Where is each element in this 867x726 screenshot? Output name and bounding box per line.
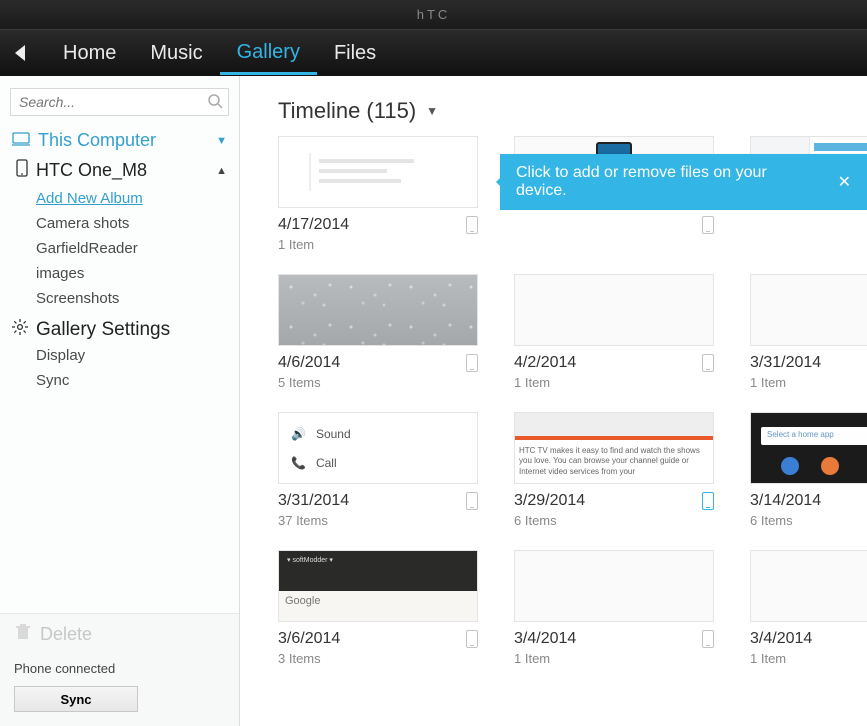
album-card[interactable]: 3/4/20141 Item — [750, 550, 867, 666]
device-icon — [466, 354, 478, 372]
album-grid: 4/17/20141 Item4/6/20145 Items4/2/20141 … — [240, 136, 867, 666]
close-icon[interactable]: ✕ — [838, 172, 851, 192]
album-card[interactable]: 4/2/20141 Item — [514, 274, 714, 390]
device-icon — [702, 492, 714, 510]
album-date: 4/17/2014 — [278, 216, 349, 234]
phone-icon — [16, 159, 28, 182]
album-images[interactable]: images — [36, 261, 239, 286]
search-box — [10, 88, 229, 116]
search-icon[interactable] — [207, 93, 223, 114]
album-card[interactable]: Select a home app3/14/20146 Items — [750, 412, 867, 528]
album-count: 1 Item — [750, 372, 867, 390]
device-icon — [466, 630, 478, 648]
chevron-down-icon: ▼ — [216, 135, 227, 147]
nav-home[interactable]: Home — [46, 32, 133, 75]
settings-label: Gallery Settings — [36, 319, 170, 341]
device-icon — [466, 216, 478, 234]
album-card[interactable]: 3/31/20141 Item — [750, 274, 867, 390]
album-garfieldreader[interactable]: GarfieldReader — [36, 236, 239, 261]
tooltip-text: Click to add or remove files on your dev… — [516, 164, 814, 200]
info-tooltip: Click to add or remove files on your dev… — [500, 154, 867, 210]
album-card[interactable]: HTC TV makes it easy to find and watch t… — [514, 412, 714, 528]
album-count — [750, 234, 867, 237]
album-count: 1 Item — [514, 372, 714, 390]
brand-logo: hTC — [417, 7, 451, 22]
device-icon — [702, 354, 714, 372]
album-count: 6 Items — [514, 510, 714, 528]
album-date: 4/6/2014 — [278, 354, 340, 372]
album-date: 3/4/2014 — [514, 630, 576, 648]
album-screenshots[interactable]: Screenshots — [36, 286, 239, 311]
album-date: 3/6/2014 — [278, 630, 340, 648]
album-card[interactable]: 3/4/20141 Item — [514, 550, 714, 666]
album-count: 3 Items — [278, 648, 478, 666]
add-new-album[interactable]: Add New Album — [36, 186, 239, 211]
album-count: 5 Items — [278, 372, 478, 390]
content-pane: Timeline (115) ▼ 4/17/20141 Item4/6/2014… — [240, 76, 867, 726]
album-count: 37 Items — [278, 510, 478, 528]
nav-gallery[interactable]: Gallery — [220, 31, 317, 75]
album-count: 1 Item — [514, 648, 714, 666]
album-date: 3/14/2014 — [750, 492, 821, 510]
brand-bar: hTC — [0, 0, 867, 29]
album-count: 6 Items — [750, 510, 867, 528]
album-date: 3/29/2014 — [514, 492, 585, 510]
back-button[interactable] — [10, 39, 32, 67]
album-card[interactable]: 4/17/20141 Item — [278, 136, 478, 252]
sidebar-footer: Delete Phone connected Sync — [0, 613, 239, 726]
timeline-label: Timeline (115) — [278, 98, 416, 124]
tree-label: This Computer — [38, 130, 156, 151]
album-count: 1 Item — [278, 234, 478, 252]
album-card[interactable]: 4/6/20145 Items — [278, 274, 478, 390]
nav-music[interactable]: Music — [133, 32, 219, 75]
album-card[interactable]: 🔊Sound📞Call3/31/201437 Items — [278, 412, 478, 528]
device-children: Add New Album Camera shots GarfieldReade… — [0, 186, 239, 311]
connection-status: Phone connected — [0, 655, 239, 682]
device-icon — [702, 216, 714, 234]
tree: This Computer ▼ HTC One_M8 ▲ Add New Alb… — [0, 122, 239, 613]
search-input[interactable] — [10, 88, 229, 116]
timeline-dropdown[interactable]: Timeline (115) ▼ — [240, 76, 867, 136]
chevron-down-icon: ▼ — [426, 104, 438, 118]
album-count — [514, 234, 714, 237]
album-count: 1 Item — [750, 648, 867, 666]
album-date: 3/4/2014 — [750, 630, 812, 648]
settings-display[interactable]: Display — [36, 343, 239, 368]
main-nav: Home Music Gallery Files — [0, 29, 867, 76]
chevron-up-icon: ▲ — [216, 165, 227, 177]
device-icon — [466, 492, 478, 510]
gear-icon — [12, 319, 28, 341]
album-camera-shots[interactable]: Camera shots — [36, 211, 239, 236]
device-icon — [702, 630, 714, 648]
sync-button[interactable]: Sync — [14, 686, 138, 712]
album-date: 3/31/2014 — [750, 354, 821, 372]
tree-label: HTC One_M8 — [36, 160, 147, 181]
settings-sync[interactable]: Sync — [36, 368, 239, 393]
delete-button: Delete — [0, 614, 239, 655]
album-date: 4/2/2014 — [514, 354, 576, 372]
delete-label: Delete — [40, 624, 92, 645]
settings-children: Display Sync — [0, 343, 239, 393]
trash-icon — [16, 624, 30, 645]
tree-this-computer[interactable]: This Computer ▼ — [0, 126, 239, 155]
gallery-settings[interactable]: Gallery Settings — [0, 311, 239, 343]
album-card[interactable]: ▾ softModder ▾Google3/6/20143 Items — [278, 550, 478, 666]
nav-files[interactable]: Files — [317, 32, 393, 75]
album-date: 3/31/2014 — [278, 492, 349, 510]
computer-icon — [12, 130, 30, 151]
tree-device[interactable]: HTC One_M8 ▲ — [0, 155, 239, 186]
sidebar: This Computer ▼ HTC One_M8 ▲ Add New Alb… — [0, 76, 240, 726]
